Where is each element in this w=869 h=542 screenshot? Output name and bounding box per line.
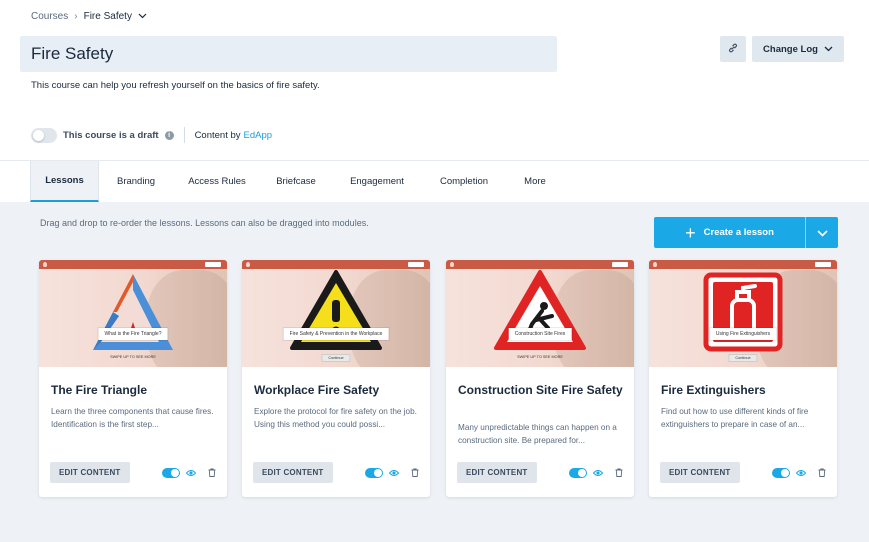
- thumbnail-caption: Fire Safety & Prevention in the Workplac…: [283, 328, 389, 340]
- reorder-hint: Drag and drop to re-order the lessons. L…: [40, 218, 369, 228]
- thumbnail-topbar: [39, 260, 227, 269]
- lesson-title: The Fire Triangle: [51, 383, 148, 397]
- breadcrumb-current[interactable]: Fire Safety: [84, 11, 132, 22]
- content-by-prefix: Content by: [194, 129, 241, 141]
- thumbnail-controls: [612, 262, 628, 267]
- info-icon[interactable]: i: [164, 130, 174, 140]
- edit-content-button[interactable]: EDIT CONTENT: [457, 462, 537, 483]
- lesson-description: Many unpredictable things can happen on …: [458, 423, 617, 445]
- fire-triangle-icon: [91, 272, 175, 357]
- trash-icon[interactable]: [615, 468, 623, 477]
- lesson-description: Explore the protocol for fire safety on …: [254, 407, 417, 429]
- thumbnail-caption: What is the Fire Triangle?: [98, 328, 168, 340]
- course-tabs: Lessons Branding Access Rules Briefcase …: [0, 160, 869, 202]
- thumbnail-footer: Continue: [728, 354, 758, 362]
- lesson-card[interactable]: Construction Site Fires SWIPE UP TO SEE …: [446, 260, 634, 497]
- chevron-down-icon[interactable]: [138, 11, 147, 22]
- eye-icon[interactable]: [796, 469, 806, 477]
- breadcrumb-courses-link[interactable]: Courses: [31, 11, 68, 22]
- draft-row: This course is a draft i Content by EdApp: [31, 127, 272, 143]
- edit-content-button[interactable]: EDIT CONTENT: [253, 462, 333, 483]
- plus-icon: +: [685, 222, 696, 243]
- lesson-actions: EDIT CONTENT: [660, 462, 826, 483]
- trash-icon[interactable]: [818, 468, 826, 477]
- eye-icon[interactable]: [389, 469, 399, 477]
- tab-lessons[interactable]: Lessons: [30, 161, 99, 202]
- thumbnail-topbar: [649, 260, 837, 269]
- copy-link-button[interactable]: [720, 36, 746, 62]
- tab-more[interactable]: More: [505, 161, 565, 202]
- lesson-actions: EDIT CONTENT: [457, 462, 623, 483]
- lesson-description: Learn the three components that cause fi…: [51, 407, 214, 429]
- trash-icon[interactable]: [208, 468, 216, 477]
- edit-content-button[interactable]: EDIT CONTENT: [50, 462, 130, 483]
- thumbnail-controls: [408, 262, 424, 267]
- lesson-description: Find out how to use different kinds of f…: [661, 407, 809, 429]
- lesson-actions: EDIT CONTENT: [253, 462, 419, 483]
- lesson-card[interactable]: Using Fire Extinguishers Continue Fire E…: [649, 260, 837, 497]
- lesson-thumbnail: Construction Site Fires SWIPE UP TO SEE …: [446, 260, 634, 367]
- lesson-thumbnail: Fire Safety & Prevention in the Workplac…: [242, 260, 430, 367]
- lesson-title: Fire Extinguishers: [661, 383, 766, 397]
- publish-toggle[interactable]: [569, 467, 587, 478]
- eye-icon[interactable]: [186, 469, 196, 477]
- eye-icon[interactable]: [593, 469, 603, 477]
- chevron-down-icon: [824, 44, 833, 55]
- lesson-card[interactable]: Fire Safety & Prevention in the Workplac…: [242, 260, 430, 497]
- fire-extinguisher-icon: [703, 272, 783, 357]
- create-lesson-main[interactable]: + Create a lesson: [654, 217, 805, 248]
- thumbnail-footer: SWIPE UP TO SEE MORE: [110, 355, 156, 359]
- tab-branding[interactable]: Branding: [99, 161, 173, 202]
- change-log-button[interactable]: Change Log: [752, 36, 844, 62]
- draft-toggle[interactable]: [31, 127, 57, 143]
- lesson-title: Construction Site Fire Safety: [458, 383, 623, 397]
- link-icon: [728, 40, 738, 58]
- publish-toggle[interactable]: [772, 467, 790, 478]
- lesson-title: Workplace Fire Safety: [254, 383, 380, 397]
- warning-sign-icon: [288, 268, 384, 357]
- breadcrumb: Courses › Fire Safety: [31, 11, 147, 22]
- lesson-actions: EDIT CONTENT: [50, 462, 216, 483]
- course-description[interactable]: This course can help you refresh yoursel…: [31, 80, 320, 91]
- divider: [183, 127, 185, 143]
- construction-sign-icon: [492, 268, 588, 357]
- draft-label: This course is a draft: [63, 129, 159, 141]
- change-log-label: Change Log: [763, 43, 818, 55]
- content-by-link[interactable]: EdApp: [244, 130, 273, 141]
- lessons-panel: Drag and drop to re-order the lessons. L…: [0, 202, 869, 542]
- course-header: Courses › Fire Safety Fire Safety This c…: [0, 0, 869, 160]
- publish-toggle[interactable]: [365, 467, 383, 478]
- chevron-down-icon: [816, 224, 828, 242]
- course-title: Fire Safety: [31, 44, 114, 63]
- chevron-right-icon: ›: [74, 11, 78, 22]
- thumbnail-controls: [815, 262, 831, 267]
- content-by: Content by EdApp: [195, 130, 272, 141]
- create-lesson-button[interactable]: + Create a lesson: [654, 217, 838, 248]
- thumbnail-caption: Using Fire Extinguishers: [709, 328, 777, 340]
- create-lesson-dropdown[interactable]: [805, 217, 838, 248]
- thumbnail-footer: SWIPE UP TO SEE MORE: [517, 355, 563, 359]
- thumbnail-footer: Continue: [321, 354, 351, 362]
- thumbnail-caption: Construction Site Fires: [508, 328, 572, 340]
- publish-toggle[interactable]: [162, 467, 180, 478]
- create-lesson-label: Create a lesson: [703, 227, 774, 238]
- tab-engagement[interactable]: Engagement: [331, 161, 423, 202]
- tab-briefcase[interactable]: Briefcase: [261, 161, 331, 202]
- tab-access-rules[interactable]: Access Rules: [173, 161, 261, 202]
- lesson-thumbnail: What is the Fire Triangle? SWIPE UP TO S…: [39, 260, 227, 367]
- lesson-card[interactable]: What is the Fire Triangle? SWIPE UP TO S…: [39, 260, 227, 497]
- thumbnail-controls: [205, 262, 221, 267]
- edit-content-button[interactable]: EDIT CONTENT: [660, 462, 740, 483]
- tab-completion[interactable]: Completion: [423, 161, 505, 202]
- course-title-input[interactable]: Fire Safety: [20, 36, 557, 72]
- trash-icon[interactable]: [411, 468, 419, 477]
- lesson-thumbnail: Using Fire Extinguishers Continue: [649, 260, 837, 367]
